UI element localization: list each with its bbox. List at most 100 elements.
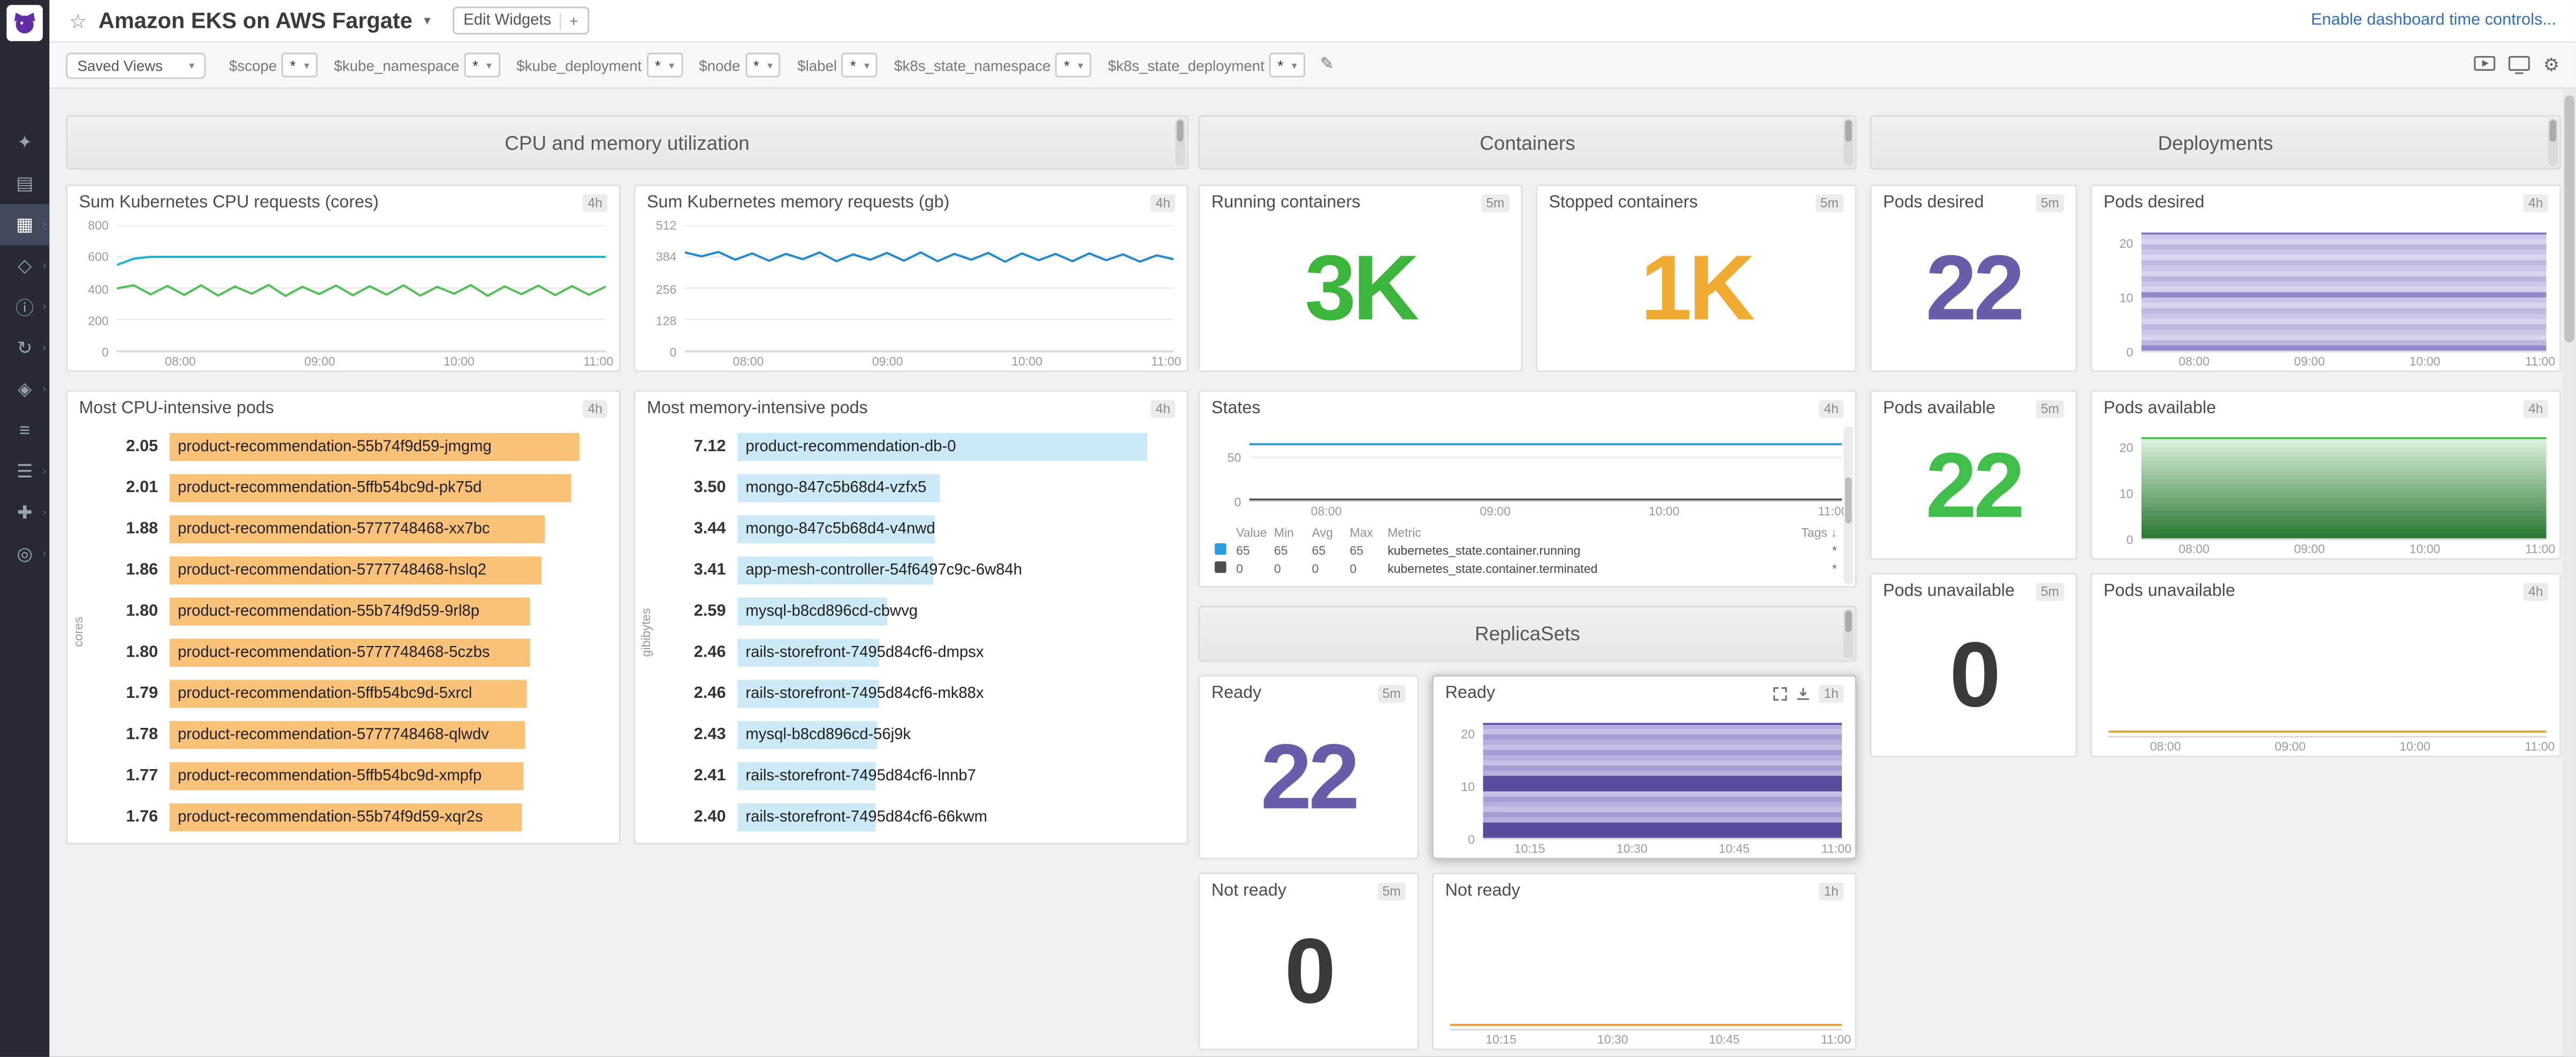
widget-pa_ts[interactable]: Pods available4h0102008:0009:0010:0011:0…: [2091, 390, 2562, 560]
toplist-row[interactable]: 3.41app-mesh-controller-54f6497c9c-6w84h: [657, 557, 1147, 584]
widget-mem_requests[interactable]: Sum Kubernetes memory requests (gb)4h012…: [634, 185, 1188, 372]
widget-pu_ts[interactable]: Pods unavailable4h08:0009:0010:0011:00: [2091, 573, 2562, 757]
widget-pd_ts[interactable]: Pods desired4h0102008:0009:0010:0011:00: [2091, 185, 2562, 372]
widget-notready_ts[interactable]: Not ready1h10:1510:3010:4511:00: [1432, 872, 1857, 1050]
sidebar-nav: ✦▤▦›◇›ⓘ›↻›◈›≡☰›✚›◎›: [0, 122, 49, 575]
toplist-row[interactable]: 1.80product-recommendation-55b74f9d59-9r…: [89, 598, 580, 626]
tv-mode-icon[interactable]: [2509, 56, 2530, 74]
enable-time-controls-link[interactable]: Enable dashboard time controls...: [2311, 12, 2556, 30]
variable-value-dropdown[interactable]: *▾: [646, 52, 682, 77]
plot-area[interactable]: [685, 225, 1174, 352]
plot-area[interactable]: [2141, 225, 2547, 352]
widget-ready_qv[interactable]: Ready5m22: [1198, 675, 1419, 860]
y-tick-label: 10: [2120, 486, 2133, 501]
widget-pa_qv[interactable]: Pods available5m22: [1870, 390, 2077, 560]
toplist-row[interactable]: 7.12product-recommendation-db-0: [657, 433, 1147, 461]
toplist-row[interactable]: 2.01product-recommendation-5ffb54bc9d-pk…: [89, 474, 580, 502]
widget-title: Stopped containers: [1549, 193, 1808, 212]
variable-value-dropdown[interactable]: *▾: [464, 52, 500, 77]
sidebar-item-monitors[interactable]: ⓘ›: [0, 286, 49, 328]
variable-value-dropdown[interactable]: *▾: [1056, 52, 1092, 77]
legend-tags-sort[interactable]: Tags ↓: [1784, 523, 1840, 542]
sidebar-item-security[interactable]: ✚›: [0, 492, 49, 534]
toplist-row[interactable]: 1.86product-recommendation-5777748468-hs…: [89, 557, 580, 584]
sidebar-item-events[interactable]: ▤: [0, 163, 49, 204]
variable-value-dropdown[interactable]: *▾: [745, 52, 781, 77]
sidebar-item-notebooks[interactable]: ≡: [0, 410, 49, 451]
plot-area[interactable]: [1483, 716, 1842, 840]
toplist-row[interactable]: 2.41rails-storefront-7495d84cf6-lnnb7: [657, 762, 1147, 790]
toplist-row[interactable]: 1.77product-recommendation-5ffb54bc9d-xm…: [89, 762, 580, 790]
group-header-cpu-memory[interactable]: CPU and memory utilization: [66, 115, 1188, 170]
legend-row[interactable]: 0000kubernetes_state.container.terminate…: [1211, 560, 1840, 578]
main-scrollbar-thumb[interactable]: [2564, 95, 2574, 342]
saved-views-dropdown[interactable]: Saved Views ▾: [66, 52, 206, 78]
legend-row[interactable]: 65656565kubernetes_state.container.runni…: [1211, 542, 1840, 560]
plot-area[interactable]: [2141, 431, 2547, 540]
presentation-mode-icon[interactable]: [2474, 56, 2496, 74]
export-icon[interactable]: [1796, 686, 1811, 701]
plot-area[interactable]: [1249, 431, 1842, 502]
toplist-row[interactable]: 2.05product-recommendation-55b74f9d59-jm…: [89, 433, 580, 461]
plot-area[interactable]: [2108, 614, 2546, 737]
widget-cpu_requests[interactable]: Sum Kubernetes CPU requests (cores)4h020…: [66, 185, 621, 372]
sidebar-item-integrations[interactable]: ↻›: [0, 328, 49, 369]
fullscreen-icon[interactable]: [1773, 686, 1788, 701]
sidebar-item-watchdog[interactable]: ✦: [0, 122, 49, 163]
widget-cpu_toplist[interactable]: Most CPU-intensive pods4hcores2.05produc…: [66, 390, 621, 845]
toplist-row[interactable]: 1.76product-recommendation-55b74f9d59-xq…: [89, 803, 580, 831]
edit-widgets-button[interactable]: Edit Widgets +: [452, 6, 590, 34]
title-chevron-icon[interactable]: ▾: [424, 13, 430, 28]
toplist-row[interactable]: 2.46rails-storefront-7495d84cf6-mk88x: [657, 680, 1147, 708]
widget-pd_qv[interactable]: Pods desired5m22: [1870, 185, 2077, 372]
toplist-row[interactable]: 3.50mongo-847c5b68d4-vzfx5: [657, 474, 1147, 502]
widget-pu_qv[interactable]: Pods unavailable5m0: [1870, 573, 2077, 757]
widget-mem_toplist[interactable]: Most memory-intensive pods4hgibibytes7.1…: [634, 390, 1188, 845]
plot-area[interactable]: [1450, 914, 1842, 1030]
plot-area[interactable]: [117, 225, 606, 352]
settings-gear-icon[interactable]: ⚙: [2543, 55, 2559, 76]
variable-value-dropdown[interactable]: *▾: [1269, 52, 1305, 77]
sidebar-item-apm[interactable]: ◈›: [0, 369, 49, 410]
variable-value-dropdown[interactable]: *▾: [282, 52, 318, 77]
variable-value-dropdown[interactable]: *▾: [842, 52, 878, 77]
toplist-row[interactable]: 1.80product-recommendation-5777748468-5c…: [89, 638, 580, 666]
toplist-pod-name: rails-storefront-7495d84cf6-mk88x: [745, 680, 984, 708]
widget-title: Sum Kubernetes memory requests (gb): [647, 193, 1142, 212]
toplist-row[interactable]: 1.79product-recommendation-5ffb54bc9d-5x…: [89, 680, 580, 708]
group-header-replicasets[interactable]: ReplicaSets: [1198, 606, 1856, 662]
sidebar-item-logs[interactable]: ☰›: [0, 451, 49, 492]
favorite-star-icon[interactable]: ☆: [69, 9, 87, 32]
group-scrollbar[interactable]: [1843, 118, 1853, 166]
widget-states[interactable]: States4h05008:0009:0010:0011:00ValueMinA…: [1198, 390, 1856, 588]
toplist-row[interactable]: 3.44mongo-847c5b68d4-v4nwd: [657, 515, 1147, 543]
group-scrollbar[interactable]: [1843, 609, 1853, 658]
widget-stopped[interactable]: Stopped containers5m1K: [1536, 185, 1857, 372]
sidebar-item-dashboards[interactable]: ▦›: [0, 204, 49, 245]
toplist-row[interactable]: 2.46rails-storefront-7495d84cf6-dmpsx: [657, 638, 1147, 666]
help-icon: ◎: [17, 543, 33, 565]
group-scrollbar[interactable]: [1175, 118, 1185, 166]
widget-scrollbar[interactable]: [1843, 427, 1853, 584]
toplist-row[interactable]: 2.59mysql-b8cd896cd-cbwvg: [657, 598, 1147, 626]
widget-ready_ts[interactable]: Ready1h0102010:1510:3010:4511:00: [1432, 675, 1857, 860]
group-header-deployments[interactable]: Deployments: [1870, 115, 2561, 170]
variable-name: $label: [797, 57, 837, 73]
group-header-containers[interactable]: Containers: [1198, 115, 1856, 170]
dashboard-title[interactable]: Amazon EKS on AWS Fargate: [98, 8, 413, 33]
widget-running[interactable]: Running containers5m3K: [1198, 185, 1522, 372]
widget-notready_qv[interactable]: Not ready5m0: [1198, 872, 1419, 1050]
datadog-logo[interactable]: [6, 5, 43, 41]
toplist-row[interactable]: 1.88product-recommendation-5777748468-xx…: [89, 515, 580, 543]
widget-title: Pods desired: [2104, 193, 2515, 212]
variable-name: $kube_namespace: [334, 57, 459, 73]
timeframe-badge: 5m: [2036, 582, 2064, 600]
edit-variables-pencil-icon[interactable]: ✎: [1320, 56, 1334, 74]
toplist-row[interactable]: 2.43mysql-b8cd896cd-56j9k: [657, 721, 1147, 749]
group-scrollbar[interactable]: [2548, 118, 2558, 166]
toplist-row[interactable]: 2.40rails-storefront-7495d84cf6-66kwm: [657, 803, 1147, 831]
sidebar-item-infrastructure[interactable]: ◇›: [0, 245, 49, 286]
sidebar-item-help[interactable]: ◎›: [0, 534, 49, 575]
main-scrollbar[interactable]: [2563, 89, 2576, 1057]
toplist-row[interactable]: 1.78product-recommendation-5777748468-ql…: [89, 721, 580, 749]
